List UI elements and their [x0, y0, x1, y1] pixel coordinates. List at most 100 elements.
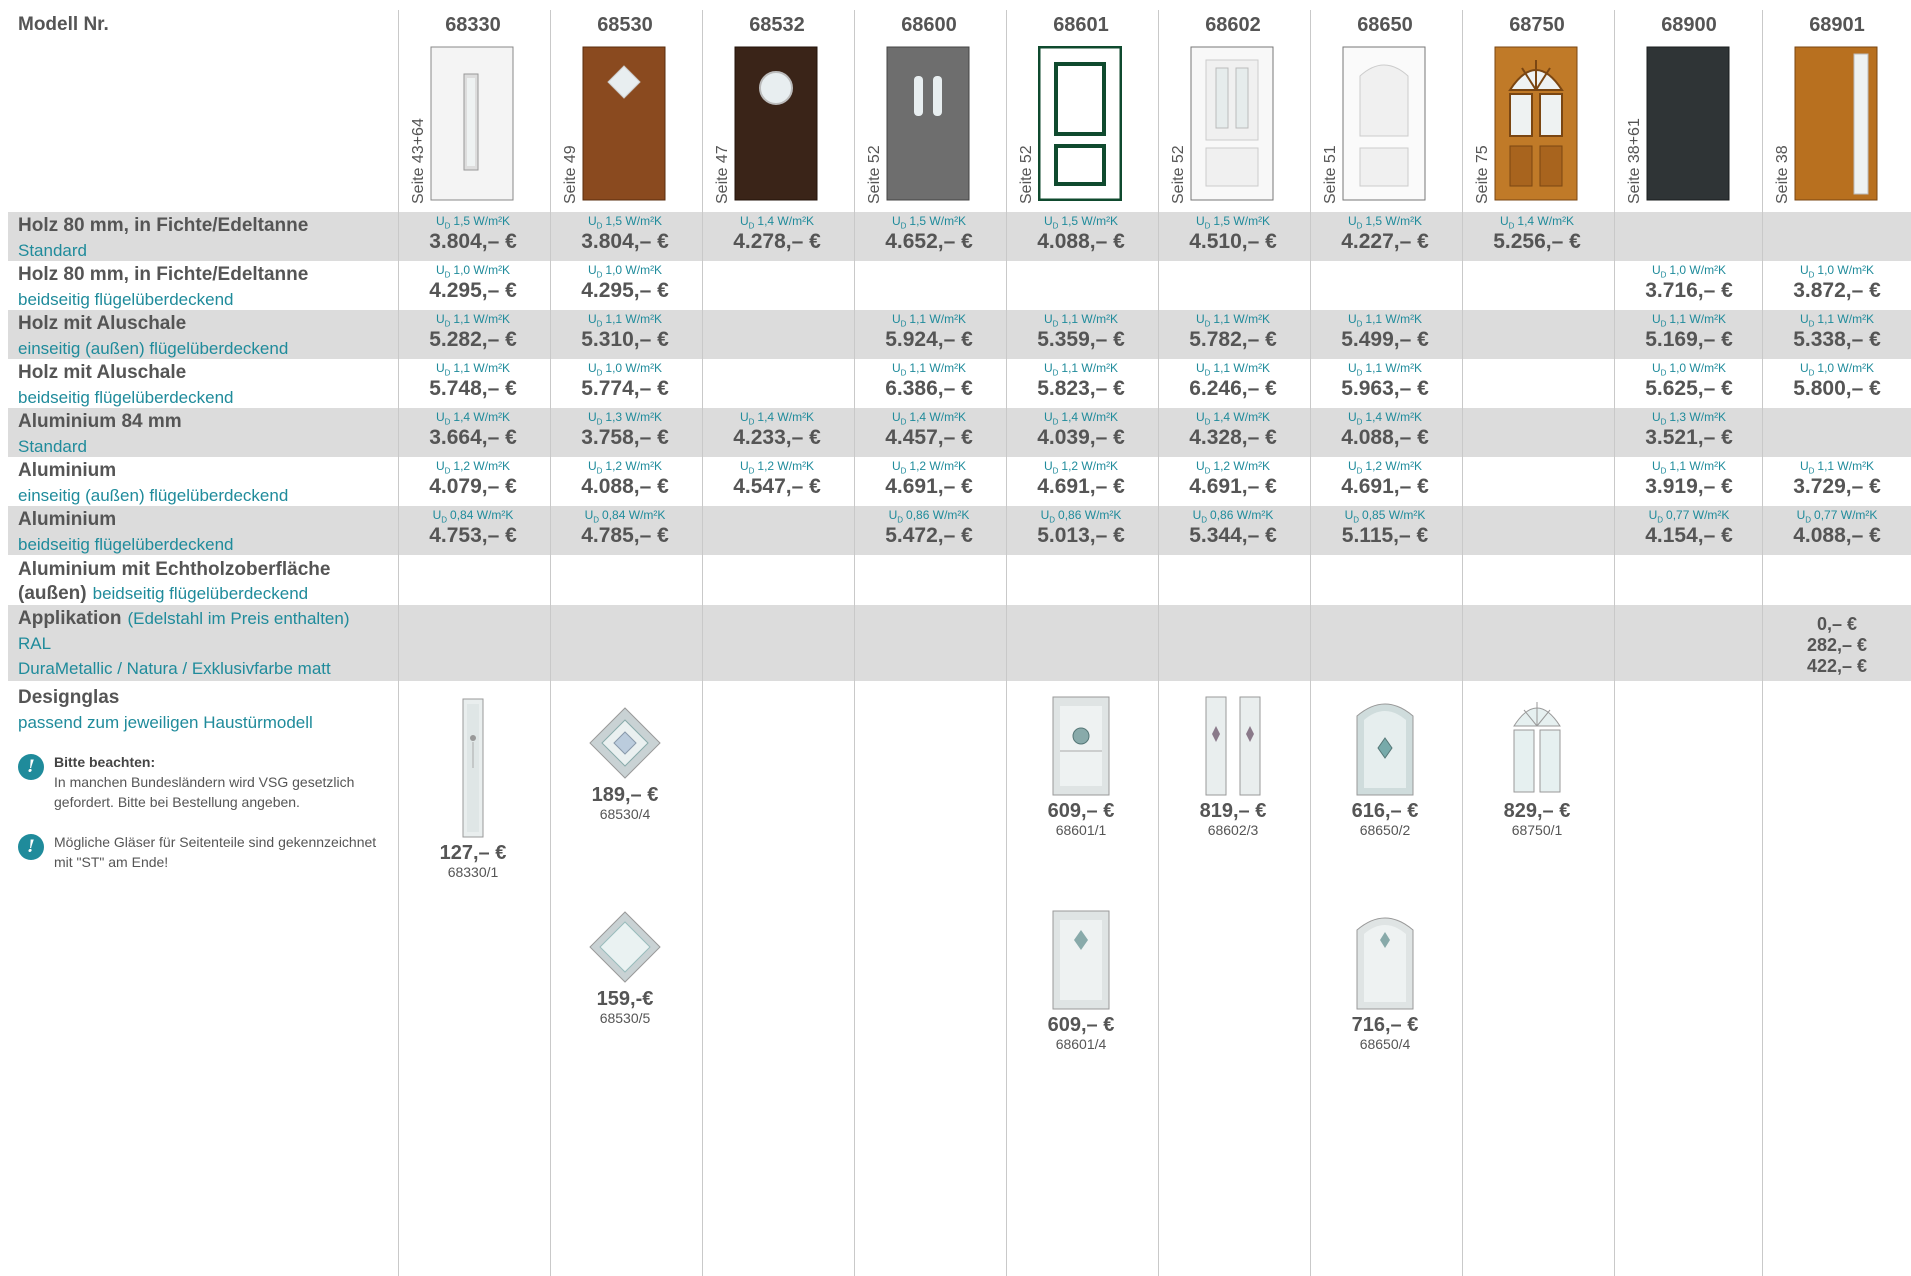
design-glass-image — [1006, 696, 1156, 800]
echtholz-label: Aluminium mit Echtholzoberfläche (außen) b… — [18, 558, 398, 606]
ud-symbol: U — [1347, 312, 1357, 326]
ud-number: 1,3 W/m²K — [605, 410, 663, 424]
ud-symbol: U — [1651, 312, 1661, 326]
price-value: 4.691,– € — [1037, 475, 1125, 498]
ud-value: UD 1,3 W/m²K — [1614, 410, 1764, 426]
price-cell: UD 1,4 W/m²K 4.457,– € — [854, 410, 1004, 451]
ud-number: 1,4 W/m²K — [757, 214, 815, 228]
ud-value: UD 1,0 W/m²K — [398, 263, 548, 279]
ud-symbol: U — [891, 214, 901, 228]
ud-number: 1,1 W/m²K — [1817, 459, 1875, 473]
ud-value: UD 0,77 W/m²K — [1762, 508, 1911, 524]
price-value: 4.785,– € — [581, 524, 669, 547]
ud-number: 1,5 W/m²K — [453, 214, 511, 228]
ud-number: 0,86 W/m²K — [906, 508, 970, 522]
column-divider — [702, 10, 703, 1276]
ud-number: 1,2 W/m²K — [605, 459, 663, 473]
ud-value: UD 1,4 W/m²K — [1158, 410, 1308, 426]
price-value: 3.664,– € — [429, 426, 517, 449]
price-value: 4.691,– € — [1341, 475, 1429, 498]
ud-number: 1,4 W/m²K — [1061, 410, 1119, 424]
column-divider — [398, 10, 399, 1276]
ud-symbol: U — [1651, 459, 1661, 473]
info-note: ! Mögliche Gläser für Seitenteile sind ge… — [18, 832, 378, 872]
ud-value: UD 1,2 W/m²K — [550, 459, 700, 475]
price-value: 5.359,– € — [1037, 328, 1125, 351]
row-title: Holz mit Aluschale — [18, 362, 187, 383]
design-glass-option: 819,– €68602/3 — [1158, 696, 1308, 838]
ud-symbol: U — [1192, 508, 1202, 522]
model-number: 68330 — [445, 14, 501, 36]
design-glass-image — [1310, 696, 1460, 800]
design-glass-code: 68650/4 — [1359, 1036, 1411, 1052]
price-cell: UD 1,5 W/m²K 4.088,– € — [1006, 214, 1156, 255]
ud-number: 1,0 W/m²K — [1669, 263, 1727, 277]
column-divider — [1310, 10, 1311, 1276]
price-value: 5.499,– € — [1341, 328, 1429, 351]
ud-value: UD 1,1 W/m²K — [1006, 312, 1156, 328]
ud-symbol: U — [584, 508, 594, 522]
ud-number: 1,4 W/m²K — [757, 410, 815, 424]
design-glass-option: 127,– €68330/1 — [398, 698, 548, 880]
door-image — [1037, 45, 1123, 202]
ud-symbol: U — [587, 263, 597, 277]
ud-number: 1,1 W/m²K — [453, 312, 511, 326]
ud-number: 1,1 W/m²K — [1365, 361, 1423, 375]
design-glass-price: 127,– € — [439, 842, 507, 864]
row-subtitle: beidseitig flügelüberdeckend — [18, 535, 234, 554]
ud-symbol: U — [739, 410, 749, 424]
price-cell: UD 1,1 W/m²K 5.823,– € — [1006, 361, 1156, 402]
row-subtitle: Standard — [18, 437, 87, 456]
price-cell: UD 1,1 W/m²K 5.499,– € — [1310, 312, 1460, 353]
designglas-title: Designglas — [18, 687, 120, 708]
applikation-label: Applikation (Edelstahl im Preis enthalten… — [18, 607, 398, 681]
ud-number: 1,2 W/m²K — [757, 459, 815, 473]
model-number: 68650 — [1357, 14, 1413, 36]
ud-value: UD 1,1 W/m²K — [398, 361, 548, 377]
ud-value: UD 1,1 W/m²K — [1762, 459, 1911, 475]
ud-value: UD 1,1 W/m²K — [854, 312, 1004, 328]
price-value: 4.088,– € — [1341, 426, 1429, 449]
price-cell: UD 1,1 W/m²K 3.729,– € — [1762, 459, 1911, 500]
price-cell: UD 1,0 W/m²K 3.716,– € — [1614, 263, 1764, 304]
ud-number: 1,0 W/m²K — [605, 361, 663, 375]
ud-symbol: U — [1344, 508, 1354, 522]
ud-symbol: U — [587, 459, 597, 473]
ud-number: 1,4 W/m²K — [909, 410, 967, 424]
price-cell: UD 1,2 W/m²K 4.079,– € — [398, 459, 548, 500]
door-image — [1190, 46, 1274, 201]
row-title: Holz mit Aluschale — [18, 313, 187, 334]
ud-value: UD 1,1 W/m²K — [1158, 361, 1308, 377]
ud-symbol: U — [1347, 459, 1357, 473]
ud-number: 1,1 W/m²K — [453, 361, 511, 375]
price-value: 5.774,– € — [581, 377, 669, 400]
price-value: 5.115,– € — [1341, 524, 1429, 547]
page-reference: Seite 51 — [1322, 145, 1339, 204]
ud-symbol: U — [587, 410, 597, 424]
echtholz-inline: beidseitig flügelüberdeckend — [92, 584, 309, 603]
design-glass-price: 829,– € — [1503, 800, 1571, 822]
ud-symbol: U — [432, 508, 442, 522]
price-cell: UD 1,1 W/m²K 5.782,– € — [1158, 312, 1308, 353]
ud-value: UD 1,0 W/m²K — [1614, 361, 1764, 377]
ud-value: UD 1,5 W/m²K — [1158, 214, 1308, 230]
price-cell: UD 0,85 W/m²K 5.115,– € — [1310, 508, 1460, 549]
ud-value: UD 0,77 W/m²K — [1614, 508, 1764, 524]
row-subtitle: einseitig (außen) flügelüberdeckend — [18, 486, 289, 505]
price-cell: UD 1,1 W/m²K 6.246,– € — [1158, 361, 1308, 402]
design-glass-code: 68750/1 — [1511, 822, 1563, 838]
ud-number: 1,1 W/m²K — [1669, 459, 1727, 473]
price-cell: UD 1,1 W/m²K 5.963,– € — [1310, 361, 1460, 402]
ud-value: UD 1,2 W/m²K — [854, 459, 1004, 475]
price-cell: UD 1,1 W/m²K 5.310,– € — [550, 312, 700, 353]
info-note: ! Bitte beachten: In manchen Bundesländern… — [18, 752, 378, 812]
ud-number: 1,5 W/m²K — [1213, 214, 1271, 228]
ud-symbol: U — [435, 312, 445, 326]
ud-value: UD 1,4 W/m²K — [702, 214, 852, 230]
price-value: 4.088,– € — [1793, 524, 1881, 547]
ud-value: UD 1,1 W/m²K — [1762, 312, 1911, 328]
row-label: Aluminium einseitig (außen) flügelüberdec… — [18, 459, 398, 508]
page-reference: Seite 38 — [1774, 145, 1791, 204]
designglas-subtitle: passend zum jeweiligen Haustürmodell — [18, 713, 313, 732]
ud-value: UD 1,3 W/m²K — [550, 410, 700, 426]
